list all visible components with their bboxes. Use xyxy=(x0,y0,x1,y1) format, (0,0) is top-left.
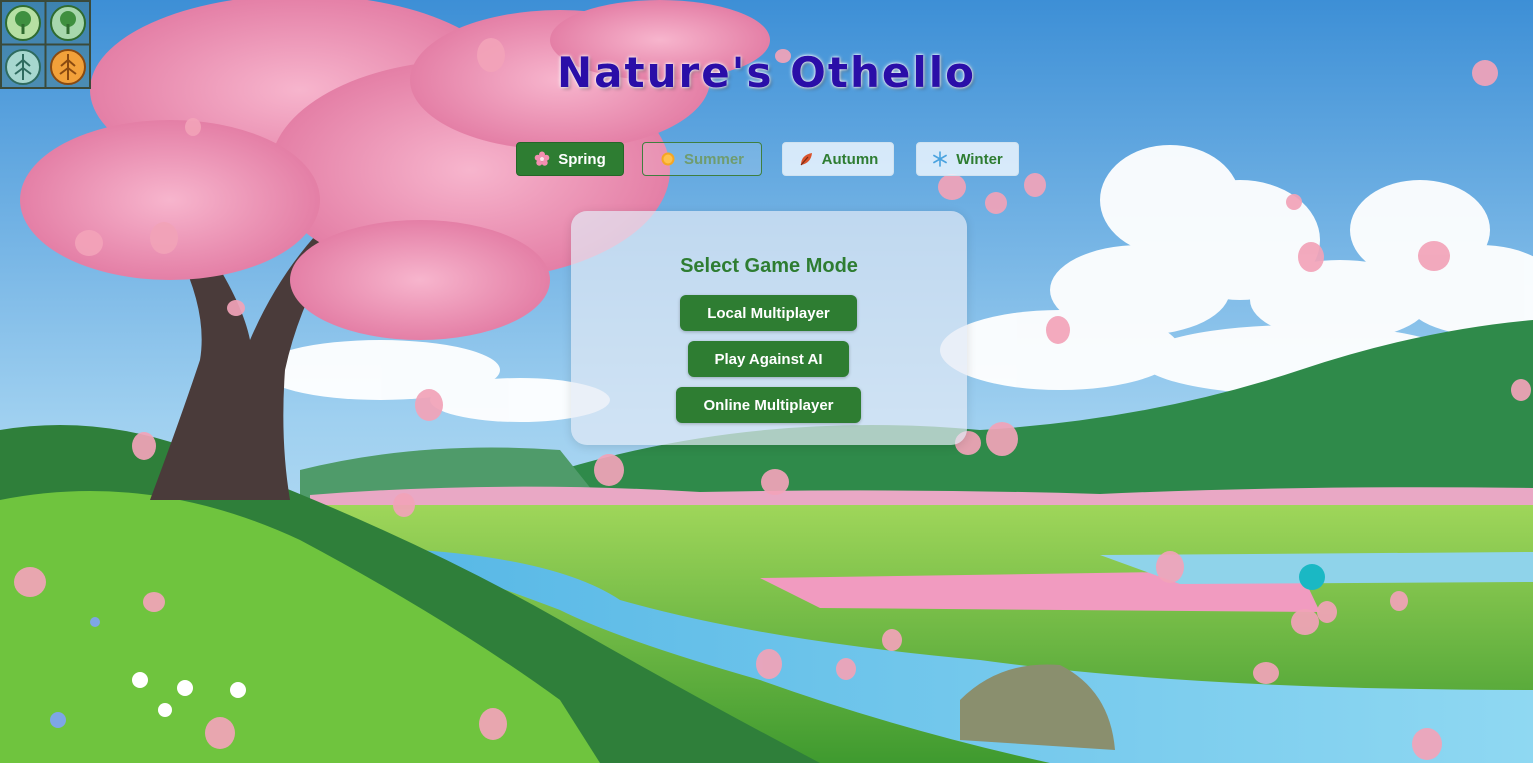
season-button-autumn[interactable]: Autumn xyxy=(782,142,894,176)
season-label: Spring xyxy=(558,150,606,168)
online-multiplayer-button[interactable]: Online Multiplayer xyxy=(676,387,861,423)
season-label: Summer xyxy=(683,150,745,168)
cherry-blossom-icon xyxy=(534,151,550,167)
season-button-summer[interactable]: Summer xyxy=(642,142,762,176)
season-selector: Spring Summer Autumn Winter xyxy=(0,142,1533,178)
game-mode-heading: Select Game Mode xyxy=(680,255,858,277)
page-title: Nature's Othello xyxy=(557,48,976,97)
play-against-ai-button[interactable]: Play Against AI xyxy=(688,341,849,377)
season-label: Winter xyxy=(956,150,1003,168)
cursor-indicator xyxy=(1299,564,1325,590)
local-multiplayer-button[interactable]: Local Multiplayer xyxy=(680,295,857,331)
snowflake-icon xyxy=(932,151,948,167)
game-mode-panel: Select Game Mode Local Multiplayer Play … xyxy=(571,211,967,445)
season-button-spring[interactable]: Spring xyxy=(516,142,624,176)
season-button-winter[interactable]: Winter xyxy=(916,142,1019,176)
season-label: Autumn xyxy=(821,150,879,168)
leaf-icon xyxy=(798,151,814,167)
sun-icon xyxy=(660,151,676,167)
